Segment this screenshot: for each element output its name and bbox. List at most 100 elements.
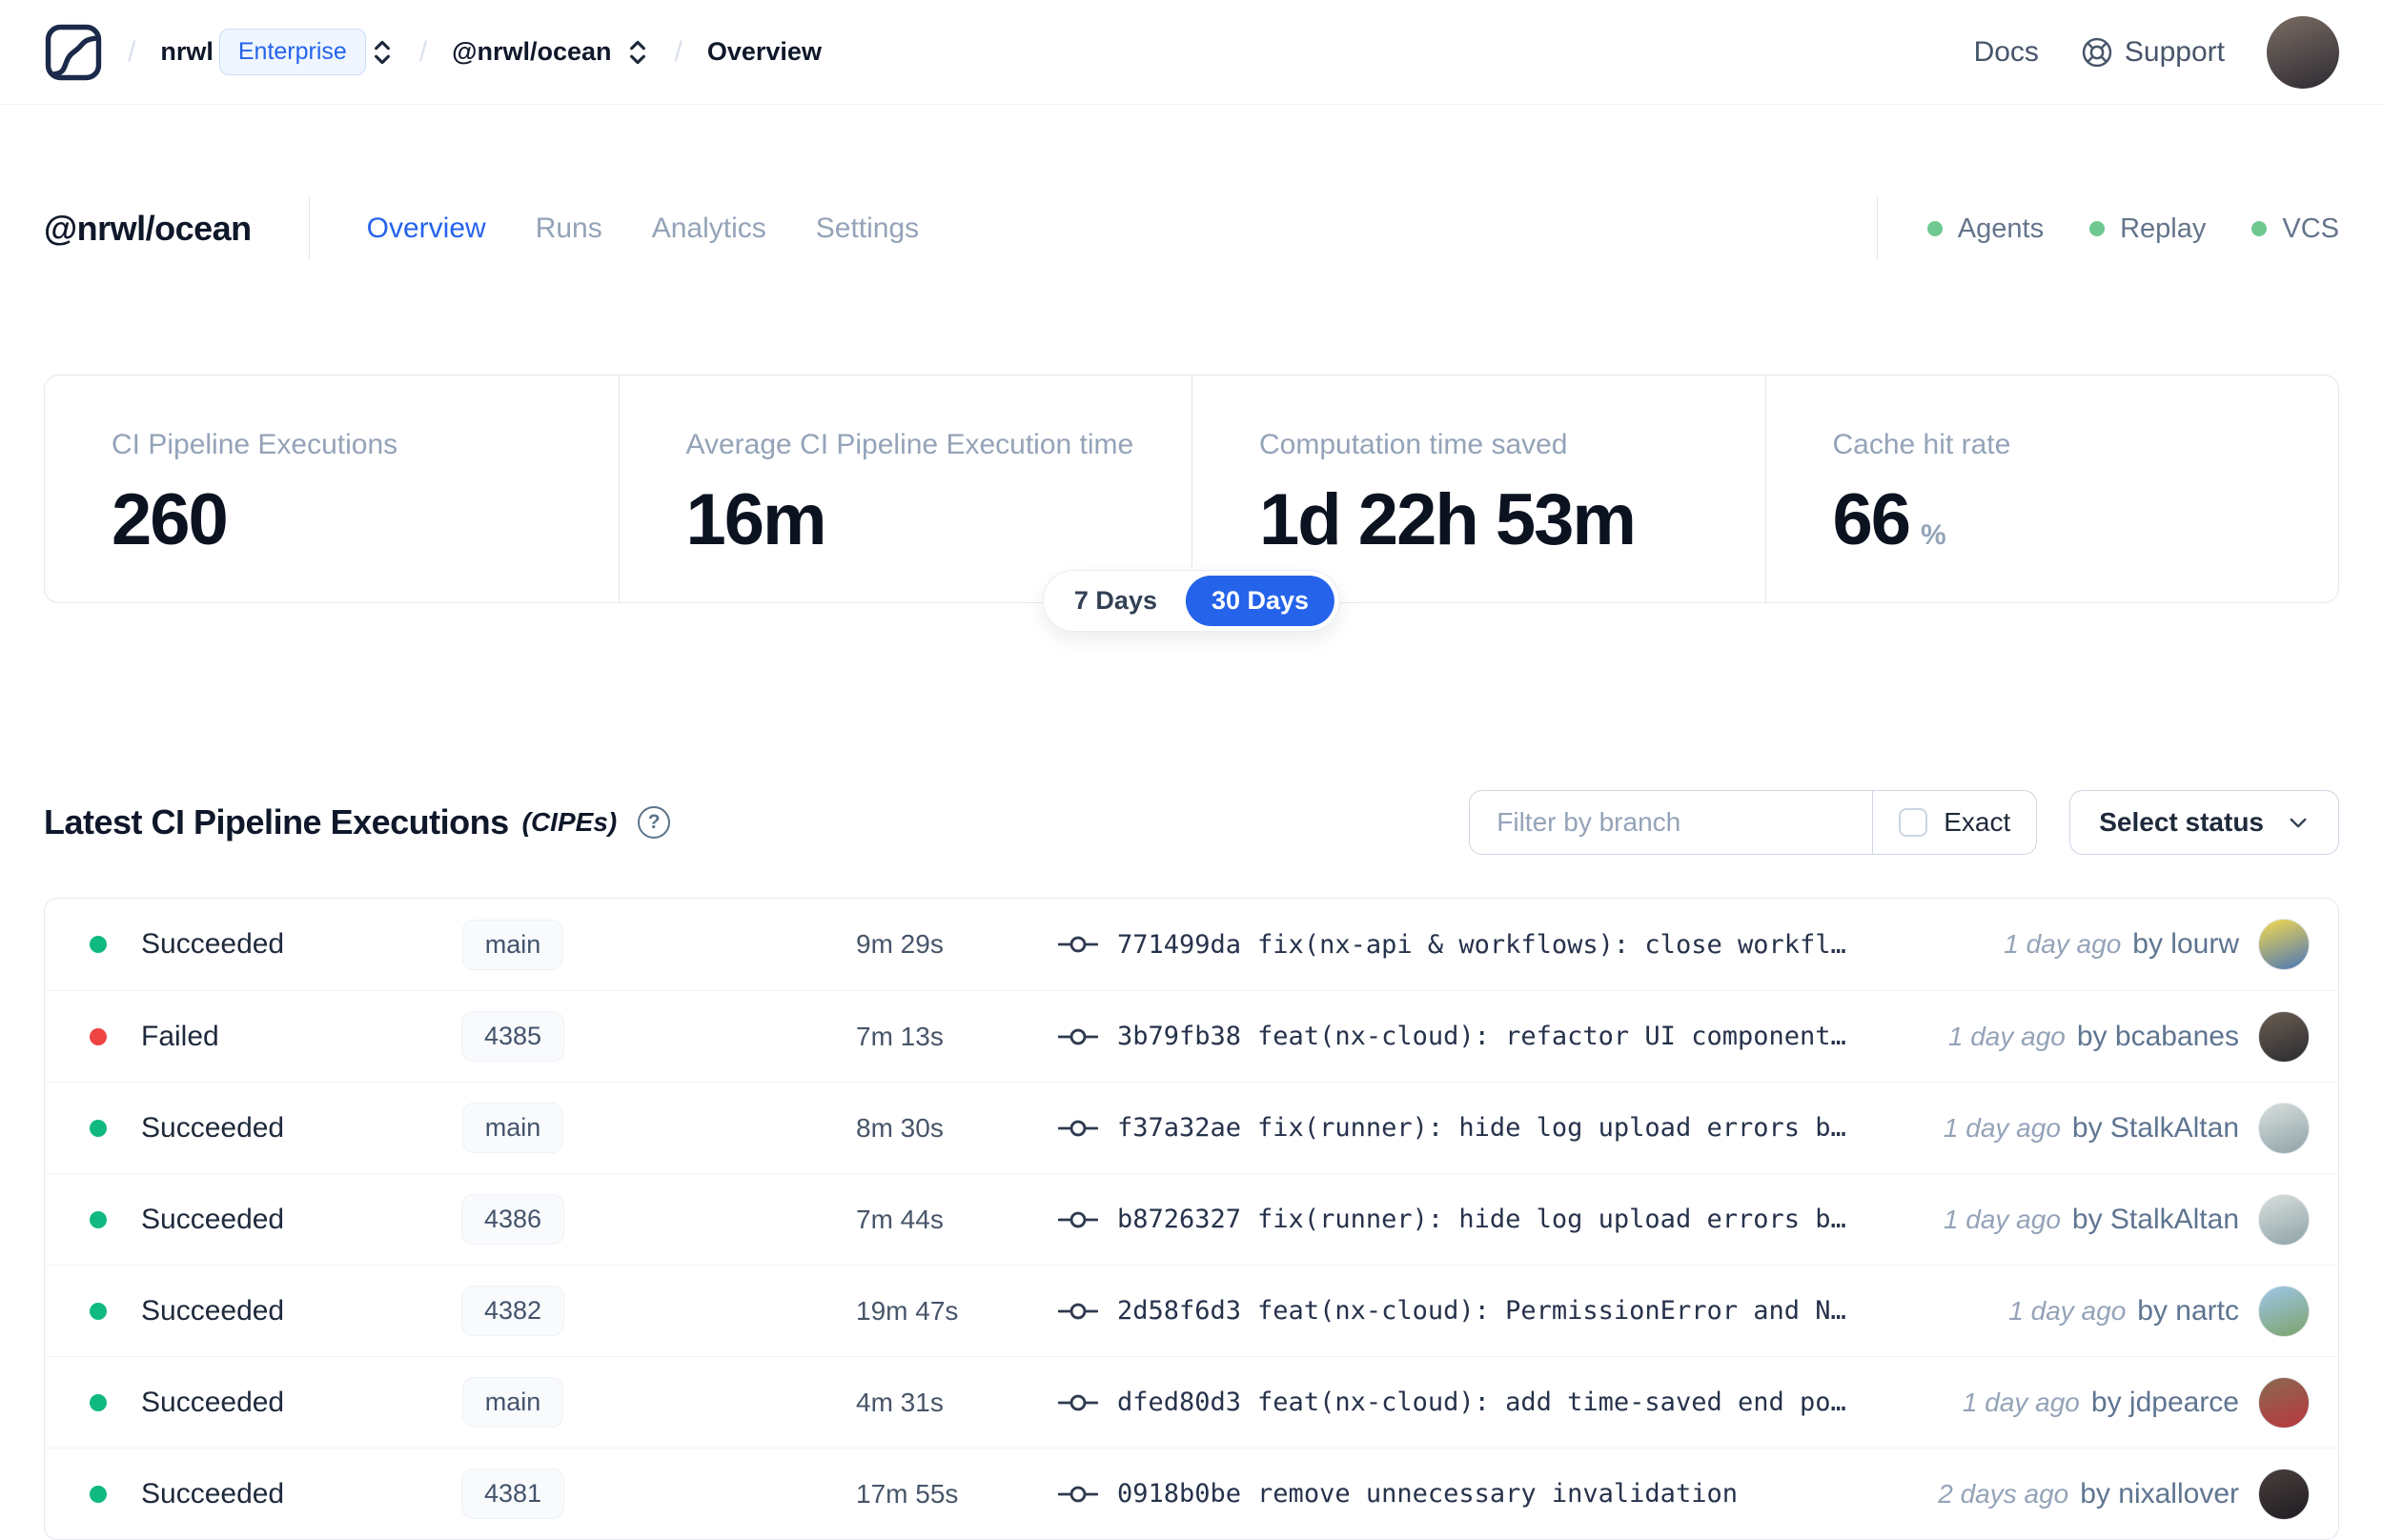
stat-label: CI Pipeline Executions	[112, 429, 398, 460]
time-ago-label: 1 day ago	[1943, 1204, 2061, 1234]
branch-badge: main	[461, 1377, 564, 1428]
workspace-selector-chevrons-icon[interactable]	[625, 36, 650, 69]
tab-runs[interactable]: Runs	[536, 213, 602, 245]
branch-badge: 4385	[460, 1011, 565, 1062]
commit-message: feat(nx-cloud): add time-saved end po…	[1257, 1388, 1846, 1417]
stat-value: 16m	[685, 479, 827, 560]
duration-label: 4m 31s	[856, 1387, 944, 1417]
commit-cell[interactable]: 3b79fb38 feat(nx-cloud): refactor UI comp…	[1058, 1022, 1846, 1051]
commit-hash: 2d58f6d3	[1117, 1296, 1242, 1326]
commit-hash: 3b79fb38	[1117, 1022, 1242, 1051]
user-avatar[interactable]	[2267, 15, 2339, 89]
status-dot	[90, 1302, 107, 1320]
chevron-down-icon	[2290, 818, 2307, 828]
table-row[interactable]: Succeeded 4381 17m 55s 0918b0be remove un…	[45, 1448, 2338, 1539]
time-ago-label: 1 day ago	[1943, 1112, 2061, 1143]
status-dot	[90, 1393, 107, 1411]
range-option-7-days[interactable]: 7 Days	[1049, 576, 1183, 626]
stats-section: CI Pipeline Executions 260 Average CI Pi…	[44, 375, 2339, 632]
avatar	[2258, 1193, 2310, 1246]
commit-cell[interactable]: 2d58f6d3 feat(nx-cloud): PermissionError …	[1058, 1296, 1846, 1326]
branch-filter-input[interactable]	[1470, 791, 1873, 854]
commit-hash: b8726327	[1117, 1205, 1242, 1234]
status-dot	[90, 1485, 107, 1503]
org-breadcrumb[interactable]: nrwl Enterprise	[160, 29, 394, 75]
git-commit-icon	[1058, 1486, 1098, 1502]
nx-cloud-logo[interactable]	[44, 23, 103, 82]
workspace-name: @nrwl/ocean	[452, 37, 612, 66]
author-label: by nartc	[2137, 1294, 2239, 1327]
feature-link-vcs[interactable]: VCS	[2251, 213, 2339, 245]
status-label: Succeeded	[141, 1477, 285, 1510]
stats-card: CI Pipeline Executions 260 Average CI Pi…	[44, 375, 2339, 603]
stat-label: Average CI Pipeline Execution time	[685, 429, 1134, 460]
status-label: Failed	[141, 1020, 219, 1052]
section-title: Latest CI Pipeline Executions	[44, 802, 509, 841]
branch-badge: 4382	[460, 1286, 565, 1336]
range-option-30-days[interactable]: 30 Days	[1185, 576, 1335, 626]
commit-cell[interactable]: 771499da fix(nx-api & workflows): close w…	[1058, 930, 1846, 960]
feature-link-label: Replay	[2120, 213, 2207, 244]
git-commit-icon	[1058, 1394, 1098, 1410]
avatar	[2258, 1468, 2310, 1520]
exact-label: Exact	[1944, 807, 2011, 837]
commit-cell[interactable]: 0918b0be remove unnecessary invalidation	[1058, 1479, 1738, 1509]
exact-filter-segment: Exact	[1872, 791, 2036, 854]
table-row[interactable]: Succeeded main 4m 31s dfed80d3 feat(nx-cl…	[45, 1356, 2338, 1448]
time-ago-label: 1 day ago	[1947, 1021, 2066, 1051]
docs-link[interactable]: Docs	[1974, 36, 2039, 69]
avatar	[2258, 1010, 2310, 1063]
org-selector-chevrons-icon[interactable]	[370, 36, 395, 69]
duration-label: 19m 47s	[856, 1295, 959, 1326]
table-row[interactable]: Succeeded main 8m 30s f37a32ae fix(runner…	[45, 1082, 2338, 1173]
top-navbar: / nrwl Enterprise / @nrwl/ocean / Overvi…	[0, 0, 2383, 105]
commit-cell[interactable]: b8726327 fix(runner): hide log upload err…	[1058, 1205, 1846, 1234]
status-dot	[90, 1027, 107, 1045]
duration-label: 7m 44s	[856, 1204, 944, 1234]
status-dot	[90, 1210, 107, 1228]
status-select-label: Select status	[2099, 807, 2264, 837]
status-dot-green	[2089, 221, 2106, 236]
commit-hash: f37a32ae	[1117, 1113, 1242, 1143]
workspace-breadcrumb[interactable]: @nrwl/ocean	[452, 36, 649, 69]
commit-cell[interactable]: f37a32ae fix(runner): hide log upload err…	[1058, 1113, 1846, 1143]
support-label: Support	[2124, 35, 2225, 68]
exact-checkbox[interactable]	[1899, 808, 1928, 837]
cipe-section-header: Latest CI Pipeline Executions (CIPEs) ? …	[0, 789, 2383, 856]
table-row[interactable]: Succeeded 4386 7m 44s b8726327 fix(runner…	[45, 1173, 2338, 1265]
git-commit-icon	[1058, 936, 1098, 953]
status-select-dropdown[interactable]: Select status	[2069, 790, 2339, 855]
author-label: by jdpearce	[2090, 1386, 2239, 1418]
tab-analytics[interactable]: Analytics	[652, 213, 766, 245]
branch-badge: 4386	[460, 1194, 565, 1245]
author-label: by nixallover	[2080, 1477, 2239, 1510]
git-commit-icon	[1058, 1303, 1098, 1319]
avatar	[2258, 1376, 2310, 1429]
duration-label: 8m 30s	[856, 1112, 944, 1143]
tab-settings[interactable]: Settings	[816, 213, 919, 245]
commit-cell[interactable]: dfed80d3 feat(nx-cloud): add time-saved e…	[1058, 1388, 1846, 1417]
stat-ci-pipeline-executions: CI Pipeline Executions 260	[45, 375, 619, 602]
feature-link-replay[interactable]: Replay	[2089, 213, 2206, 245]
stat-value: 260	[112, 479, 229, 560]
table-row[interactable]: Failed 4385 7m 13s 3b79fb38 feat(nx-cloud…	[45, 990, 2338, 1082]
status-label: Succeeded	[141, 1294, 285, 1327]
divider	[308, 197, 310, 260]
commit-message: fix(runner): hide log upload errors b…	[1257, 1205, 1846, 1234]
stat-average-execution-time: Average CI Pipeline Execution time 16m	[618, 375, 1192, 602]
table-row[interactable]: Succeeded 4382 19m 47s 2d58f6d3 feat(nx-c…	[45, 1265, 2338, 1356]
commit-hash: 0918b0be	[1117, 1479, 1242, 1509]
branch-badge: main	[461, 1103, 564, 1153]
cipe-table: Succeeded main 9m 29s 771499da fix(nx-api…	[44, 898, 2339, 1540]
git-commit-icon	[1058, 1211, 1098, 1227]
author-label: by StalkAltan	[2071, 1203, 2239, 1235]
lifebuoy-icon	[2082, 37, 2112, 67]
help-icon[interactable]: ?	[638, 806, 671, 839]
table-row[interactable]: Succeeded main 9m 29s 771499da fix(nx-api…	[45, 899, 2338, 990]
support-link[interactable]: Support	[2081, 36, 2225, 69]
time-ago-label: 1 day ago	[1962, 1387, 2080, 1417]
page-breadcrumb: Overview	[706, 37, 822, 66]
tab-overview[interactable]: Overview	[367, 213, 486, 245]
duration-label: 7m 13s	[856, 1021, 944, 1051]
feature-link-agents[interactable]: Agents	[1926, 213, 2044, 245]
